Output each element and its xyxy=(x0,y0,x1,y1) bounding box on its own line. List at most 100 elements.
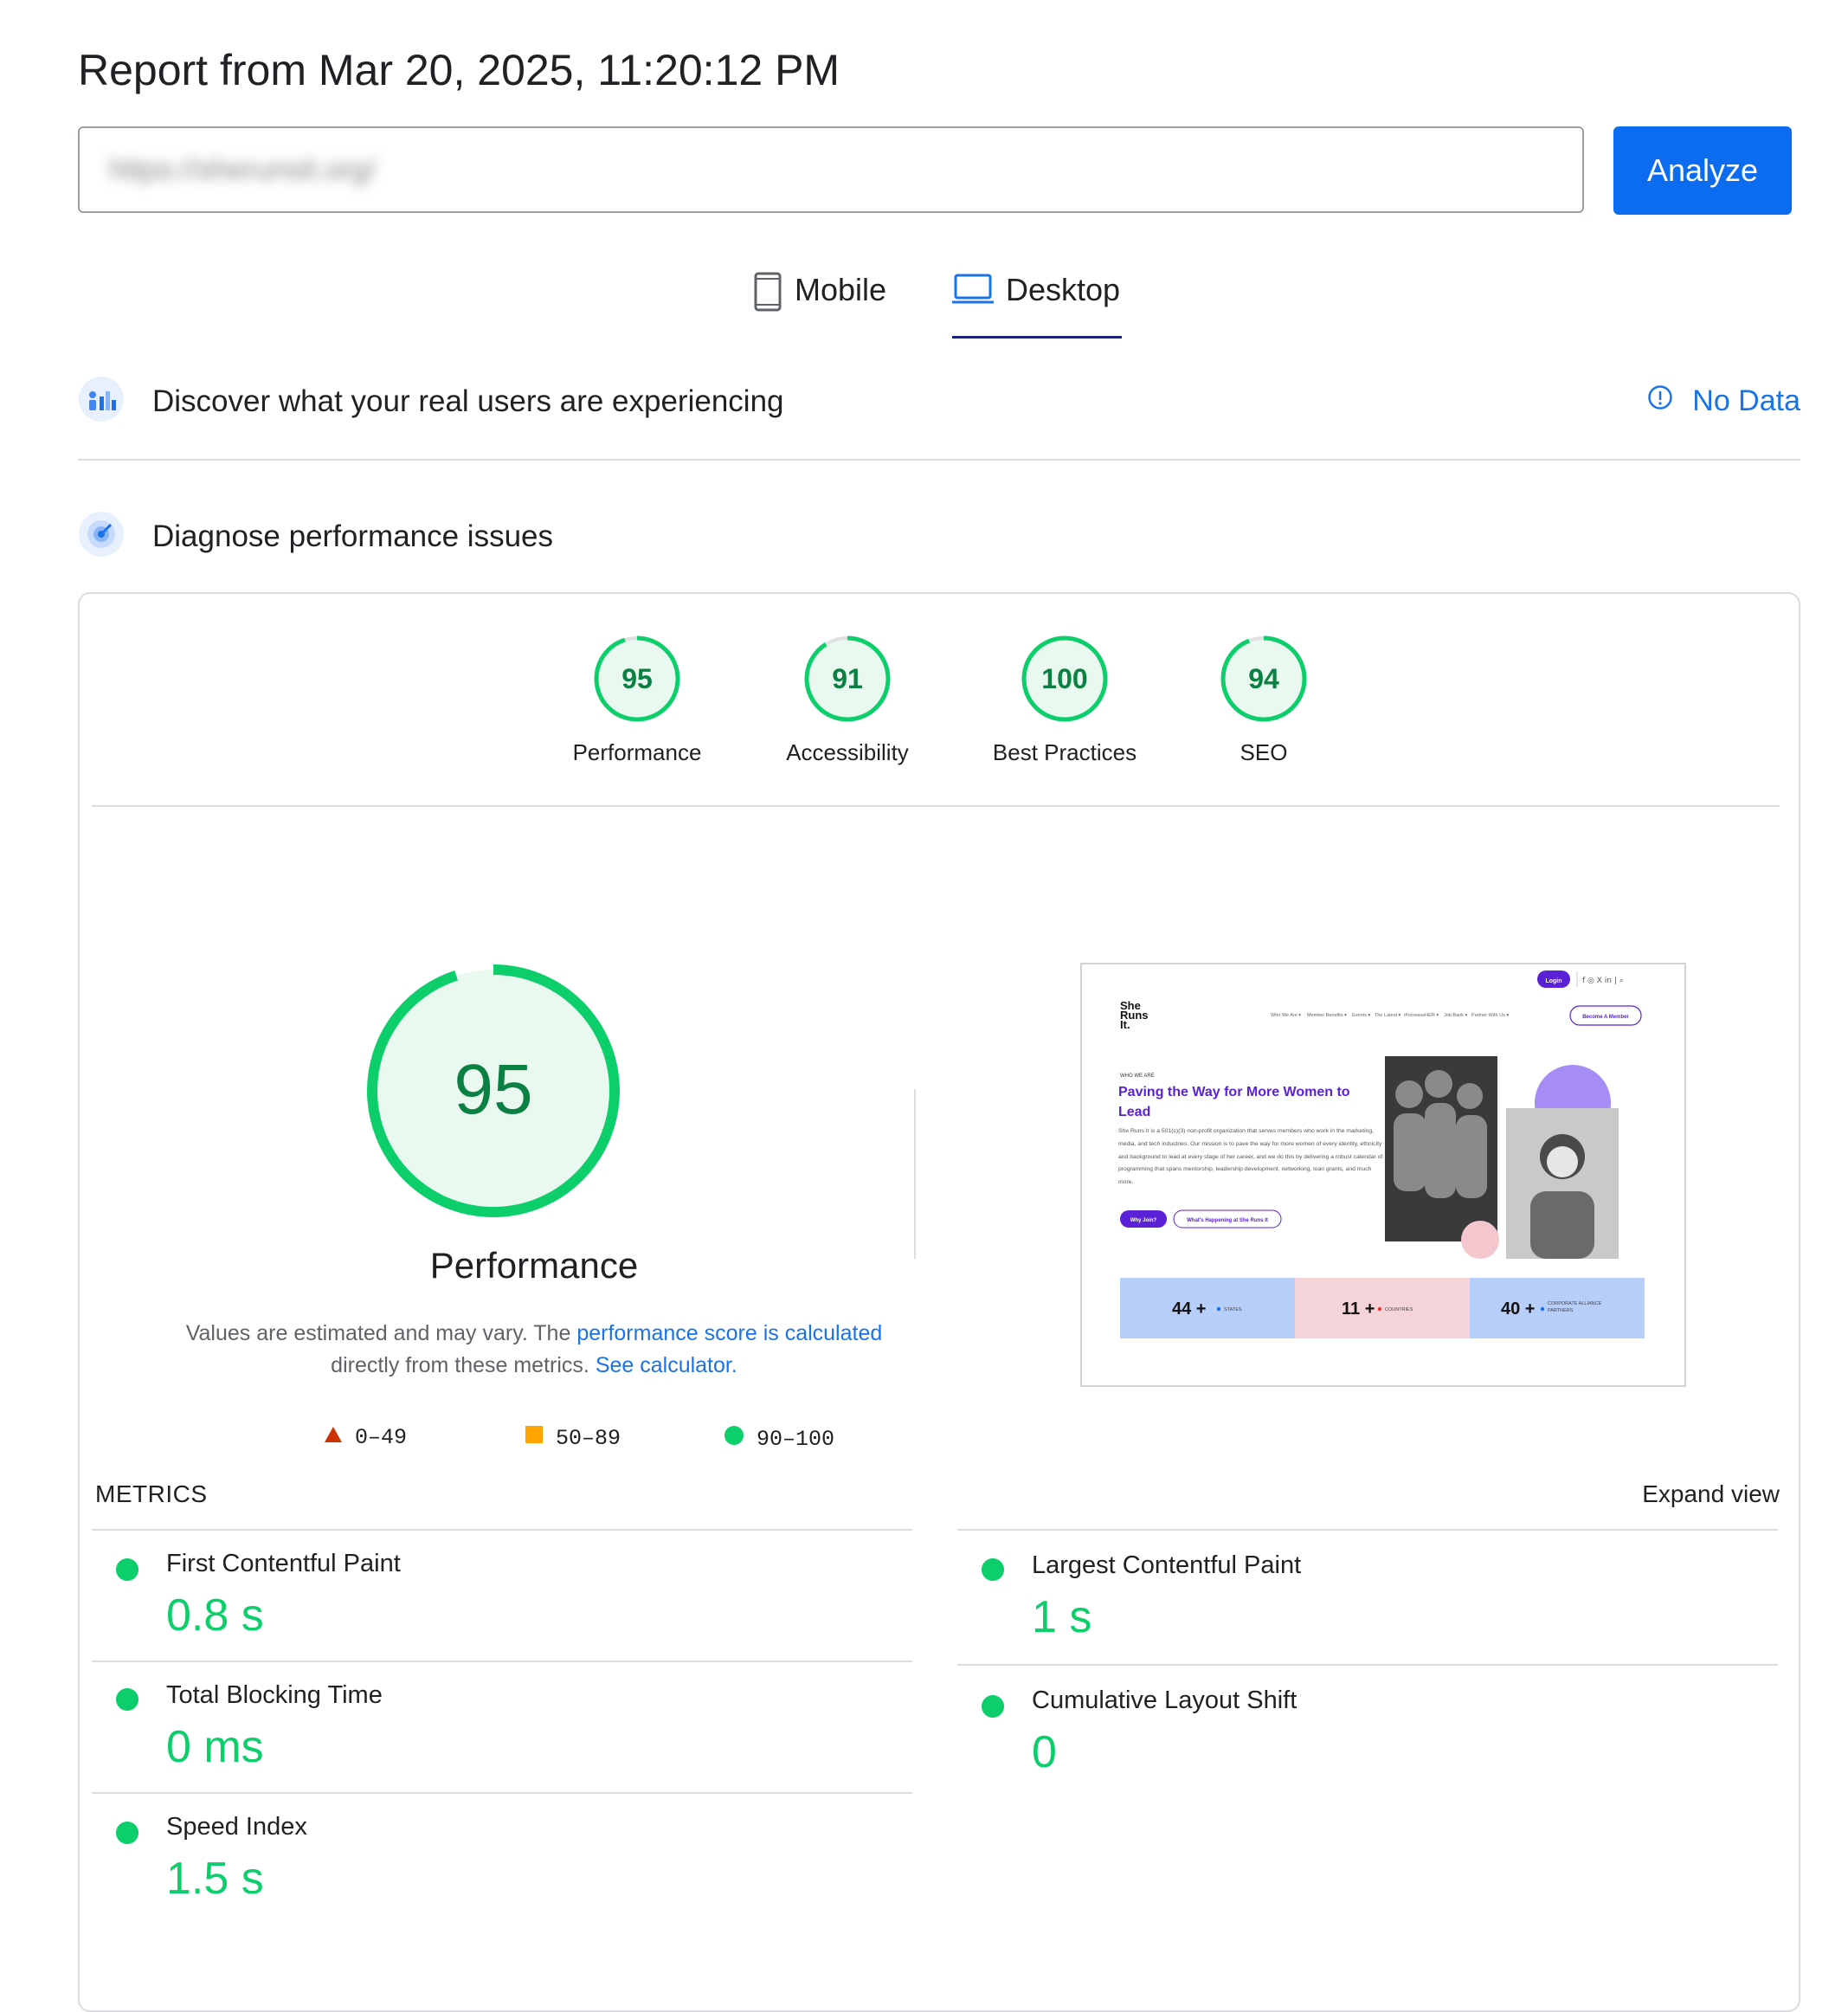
diagnose-title: Diagnose performance issues xyxy=(152,519,554,553)
stat-1-label: STATES xyxy=(1224,1307,1242,1312)
pass-dot-icon xyxy=(982,1558,1004,1581)
group-photo-figures xyxy=(1394,1070,1487,1198)
metric-fcp-value: 0.8 s xyxy=(166,1590,264,1641)
report-title: Report from Mar 20, 2025, 11:20:12 PM xyxy=(78,46,840,94)
users-chart-icon xyxy=(78,376,125,422)
laptop-icon xyxy=(952,272,994,311)
category-performance[interactable]: 95 Performance xyxy=(551,634,724,766)
social-icons: f ◎ X in | ⌕ xyxy=(1582,977,1624,985)
metric-tbt: Total Blocking Time 0 ms xyxy=(92,1661,912,1794)
stat-2-value: 11 + xyxy=(1342,1299,1375,1319)
accessibility-score: 91 xyxy=(832,663,863,694)
pass-dot-icon xyxy=(116,1688,138,1711)
accessibility-label: Accessibility xyxy=(786,739,909,765)
desc-text-1: Values are estimated and may vary. The xyxy=(185,1321,577,1345)
tab-mobile-label: Mobile xyxy=(795,272,887,307)
metrics-heading: METRICS xyxy=(95,1480,208,1507)
best-practices-label: Best Practices xyxy=(992,739,1137,765)
happening-text: What's Happening at She Runs It xyxy=(1187,1218,1268,1223)
legend-average: 50–89 xyxy=(525,1425,621,1451)
field-data-section: Discover what your real users are experi… xyxy=(78,376,1800,461)
performance-main-title: Performance xyxy=(429,1245,639,1286)
stat-1-value: 44 + xyxy=(1172,1299,1206,1319)
seo-label: SEO xyxy=(1240,739,1288,765)
lab-target-icon xyxy=(78,511,125,558)
legend-pass: 90–100 xyxy=(724,1425,834,1453)
stat-2-label: COUNTRIES xyxy=(1385,1307,1413,1312)
pass-dot-icon xyxy=(116,1558,138,1581)
tab-desktop[interactable]: Desktop xyxy=(952,260,1122,339)
metric-lcp-value: 1 s xyxy=(1032,1592,1092,1642)
analyze-button[interactable]: Analyze xyxy=(1613,126,1792,215)
nav-item-4: The Latest ▾ xyxy=(1375,1013,1401,1018)
metric-fcp-name: First Contentful Paint xyxy=(166,1550,401,1577)
final-screenshot: Login f ◎ X in | ⌕ She Runs It. Who We A… xyxy=(1080,963,1686,1387)
score-legend: 0–49 50–89 90–100 xyxy=(246,1425,852,1460)
legend-pass-label: 90–100 xyxy=(757,1426,835,1452)
metric-fcp: First Contentful Paint 0.8 s xyxy=(92,1529,912,1662)
performance-label: Performance xyxy=(572,739,702,765)
url-input-value: https://sherunsit.org/ xyxy=(109,153,377,186)
no-data-link[interactable]: No Data xyxy=(1647,384,1800,418)
hero-headline: Paving the Way for More Women to Lead xyxy=(1118,1085,1350,1119)
metric-lcp: Largest Contentful Paint 1 s xyxy=(957,1529,1778,1666)
performance-description: Values are estimated and may vary. The p… xyxy=(132,1318,937,1382)
why-join-text: Why Join? xyxy=(1130,1218,1157,1223)
best-practices-gauge-ring: 100 xyxy=(1021,635,1108,722)
portrait-body xyxy=(1530,1191,1594,1259)
nav-item-1: Who We Are ▾ xyxy=(1271,1013,1301,1018)
square-icon xyxy=(525,1425,544,1451)
score-calculated-link[interactable]: performance score is calculated xyxy=(576,1321,882,1345)
nav-item-5: #IncreaseHER ▾ xyxy=(1404,1013,1439,1018)
nav-item-3: Events ▾ xyxy=(1352,1013,1370,1018)
legend-fail: 0–49 xyxy=(324,1425,407,1450)
performance-score: 95 xyxy=(621,663,653,694)
metric-cls-name: Cumulative Layout Shift xyxy=(1032,1686,1297,1714)
seo-gauge-ring: 94 xyxy=(1220,635,1307,722)
metric-tbt-name: Total Blocking Time xyxy=(166,1681,383,1709)
best-practices-score: 100 xyxy=(1041,663,1087,694)
eyebrow-text: WHO WE ARE xyxy=(1120,1074,1155,1079)
mobile-phone-icon xyxy=(753,272,782,316)
portrait-face xyxy=(1547,1146,1578,1177)
hero-body: She Runs It is a 501(c)(3) non-profit or… xyxy=(1118,1128,1383,1186)
stat-3-value: 40 + xyxy=(1501,1299,1535,1319)
stat-block-1 xyxy=(1120,1278,1295,1338)
category-gauges: 95 Performance 91 Accessibility 100 Best… xyxy=(80,594,1799,806)
metric-lcp-name: Largest Contentful Paint xyxy=(1032,1551,1302,1579)
stat-block-2 xyxy=(1295,1278,1470,1338)
gauges-divider xyxy=(92,805,1780,807)
metric-si-value: 1.5 s xyxy=(166,1854,264,1904)
tab-desktop-label: Desktop xyxy=(1006,272,1121,307)
performance-main-gauge: 95 xyxy=(364,961,623,1221)
category-accessibility[interactable]: 91 Accessibility xyxy=(761,634,934,766)
metric-cls: Cumulative Layout Shift 0 xyxy=(957,1664,1778,1801)
legend-average-label: 50–89 xyxy=(556,1425,621,1451)
performance-main-score: 95 xyxy=(454,1050,532,1129)
metric-cls-value: 0 xyxy=(1032,1727,1057,1777)
site-preview: Login f ◎ X in | ⌕ She Runs It. Who We A… xyxy=(1118,971,1645,1338)
stat-3-label: CORPORATE ALLIANCE PARTNERS xyxy=(1548,1301,1602,1313)
metric-si-name: Speed Index xyxy=(166,1813,307,1841)
metric-tbt-value: 0 ms xyxy=(166,1722,264,1772)
performance-gauge-ring: 95 xyxy=(594,635,680,722)
tab-mobile[interactable]: Mobile xyxy=(753,260,918,336)
url-input[interactable]: https://sherunsit.org/ xyxy=(78,126,1584,213)
metric-si: Speed Index 1.5 s xyxy=(92,1792,912,1925)
expand-view-toggle[interactable]: Expand view xyxy=(1642,1480,1780,1508)
logo-line-3: It. xyxy=(1120,1018,1130,1031)
desc-text-2: directly from these metrics. xyxy=(331,1353,596,1377)
seo-score: 94 xyxy=(1248,663,1279,694)
category-seo[interactable]: 94 SEO xyxy=(1177,634,1350,766)
pass-dot-icon xyxy=(982,1695,1004,1718)
nav-item-2: Member Benefits ▾ xyxy=(1307,1013,1347,1018)
become-member-text: Become A Member xyxy=(1582,1015,1629,1020)
see-calculator-link[interactable]: See calculator. xyxy=(596,1353,737,1377)
pink-circle-deco xyxy=(1461,1221,1499,1259)
pass-dot-icon xyxy=(116,1822,138,1844)
circle-icon xyxy=(724,1425,744,1453)
triangle-icon xyxy=(324,1425,343,1450)
field-data-title: Discover what your real users are experi… xyxy=(152,384,784,418)
legend-fail-label: 0–49 xyxy=(355,1425,408,1450)
category-best-practices[interactable]: 100 Best Practices xyxy=(978,634,1151,766)
